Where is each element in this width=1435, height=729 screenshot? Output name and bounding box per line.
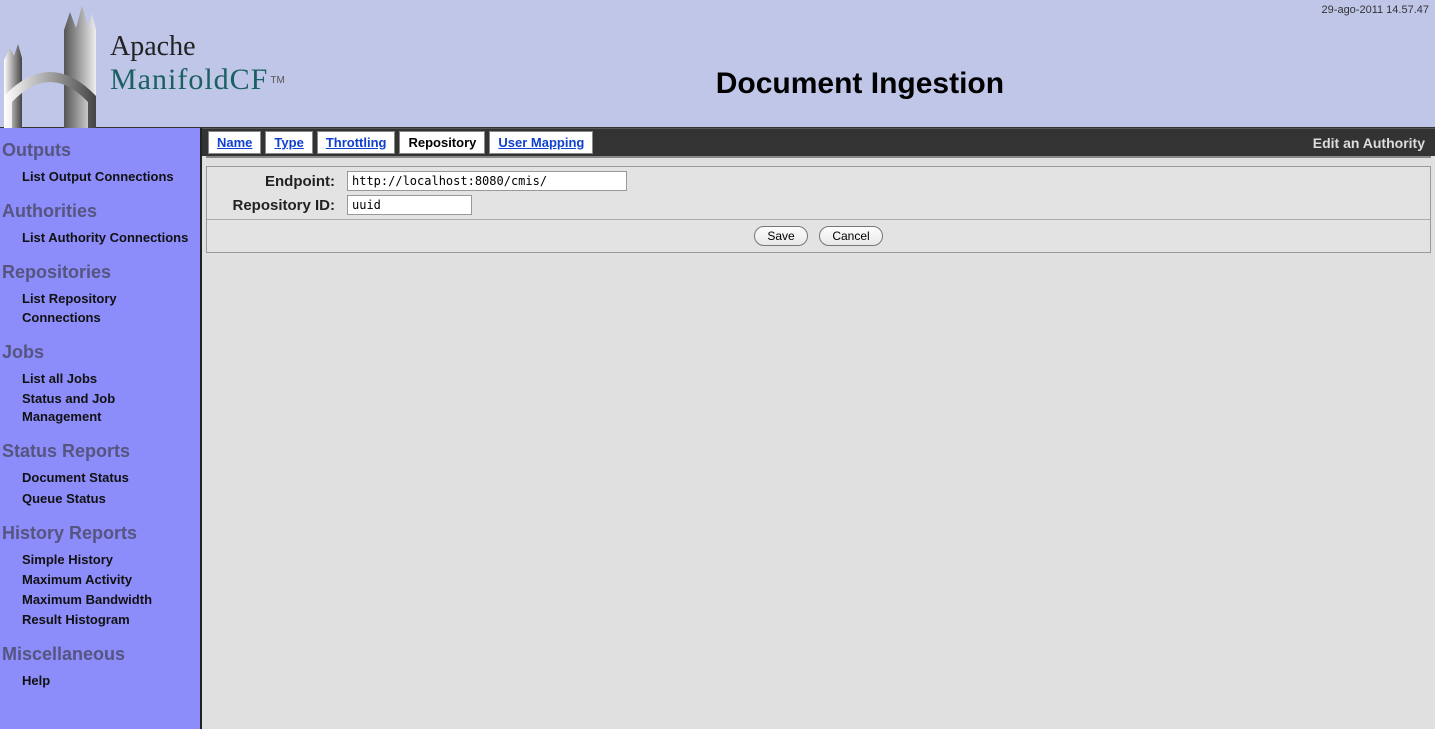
sidebar-item-maximum-bandwidth[interactable]: Maximum Bandwidth: [0, 590, 200, 610]
cancel-button[interactable]: Cancel: [819, 226, 882, 246]
tab-user-mapping[interactable]: User Mapping: [489, 131, 593, 154]
logo-apache-text: Apache: [110, 31, 285, 63]
sidebar-item-queue-status[interactable]: Queue Status: [0, 489, 200, 509]
sidebar-heading-miscellaneous: Miscellaneous: [0, 638, 200, 671]
form-row-endpoint: Endpoint:: [207, 167, 1430, 195]
endpoint-input[interactable]: [347, 171, 627, 191]
sidebar-heading-authorities: Authorities: [0, 195, 200, 228]
sidebar-item-list-all-jobs[interactable]: List all Jobs: [0, 369, 200, 389]
sidebar-item-list-authority-connections[interactable]: List Authority Connections: [0, 228, 200, 248]
logo-area: Apache ManifoldCFTM: [0, 0, 285, 128]
sidebar-item-list-repository-connections[interactable]: List Repository Connections: [0, 289, 200, 327]
tabbar-page-label: Edit an Authority: [1313, 135, 1431, 151]
sidebar: Outputs List Output Connections Authorit…: [0, 128, 202, 729]
tab-name[interactable]: Name: [208, 131, 261, 154]
sidebar-item-maximum-activity[interactable]: Maximum Activity: [0, 570, 200, 590]
sidebar-item-help[interactable]: Help: [0, 671, 200, 691]
save-button[interactable]: Save: [754, 226, 807, 246]
sidebar-item-list-output-connections[interactable]: List Output Connections: [0, 167, 200, 187]
sidebar-heading-status-reports: Status Reports: [0, 435, 200, 468]
main-content: Name Type Throttling Repository User Map…: [202, 128, 1435, 729]
sidebar-heading-jobs: Jobs: [0, 336, 200, 369]
logo-text: Apache ManifoldCFTM: [110, 31, 285, 97]
sidebar-heading-history-reports: History Reports: [0, 517, 200, 550]
sidebar-heading-outputs: Outputs: [0, 134, 200, 167]
repository-id-label: Repository ID:: [217, 197, 347, 214]
header-banner: Apache ManifoldCFTM Document Ingestion 2…: [0, 0, 1435, 128]
sidebar-item-status-job-management[interactable]: Status and Job Management: [0, 389, 200, 427]
repository-id-input[interactable]: [347, 195, 472, 215]
form-row-repository-id: Repository ID:: [207, 195, 1430, 219]
button-row: Save Cancel: [207, 219, 1430, 252]
form-panel: Endpoint: Repository ID: Save Cancel: [206, 166, 1431, 253]
sidebar-item-simple-history[interactable]: Simple History: [0, 550, 200, 570]
page-title: Document Ingestion: [285, 27, 1435, 101]
tab-repository[interactable]: Repository: [399, 131, 485, 154]
tab-throttling[interactable]: Throttling: [317, 131, 396, 154]
timestamp: 29-ago-2011 14.57.47: [1322, 4, 1429, 16]
manifoldcf-logo-icon: [0, 0, 100, 128]
tab-type[interactable]: Type: [265, 131, 312, 154]
sidebar-heading-repositories: Repositories: [0, 256, 200, 289]
sidebar-item-result-histogram[interactable]: Result Histogram: [0, 610, 200, 630]
tab-bar: Name Type Throttling Repository User Map…: [202, 128, 1435, 156]
logo-tm: TM: [270, 75, 284, 86]
sidebar-item-document-status[interactable]: Document Status: [0, 468, 200, 488]
logo-manifold-text: ManifoldCF: [110, 63, 268, 96]
content-divider: [206, 156, 1431, 158]
endpoint-label: Endpoint:: [217, 173, 347, 190]
